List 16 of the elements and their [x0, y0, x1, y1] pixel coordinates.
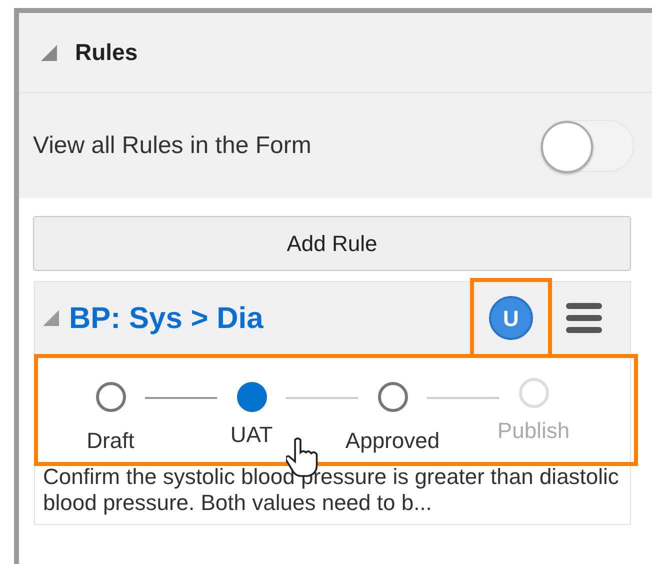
step-circle[interactable] [378, 382, 408, 412]
toggle-label: View all Rules in the Form [33, 130, 312, 160]
view-all-toggle[interactable] [542, 120, 634, 172]
add-rule-button[interactable]: Add Rule [33, 216, 631, 271]
step-label: UAT [230, 421, 273, 449]
step-circle[interactable] [236, 382, 266, 412]
step-label: Draft [86, 427, 134, 455]
step-label: Approved [345, 427, 440, 455]
menu-icon[interactable] [566, 302, 602, 334]
collapse-triangle-icon[interactable] [43, 310, 59, 326]
panel-title: Rules [75, 38, 138, 68]
step-label: Publish [497, 417, 570, 445]
collapse-triangle-icon[interactable] [41, 44, 57, 60]
rule-title[interactable]: BP: Sys > Dia [69, 296, 264, 340]
step-circle[interactable] [96, 382, 126, 412]
status-badge[interactable]: U [489, 296, 533, 340]
